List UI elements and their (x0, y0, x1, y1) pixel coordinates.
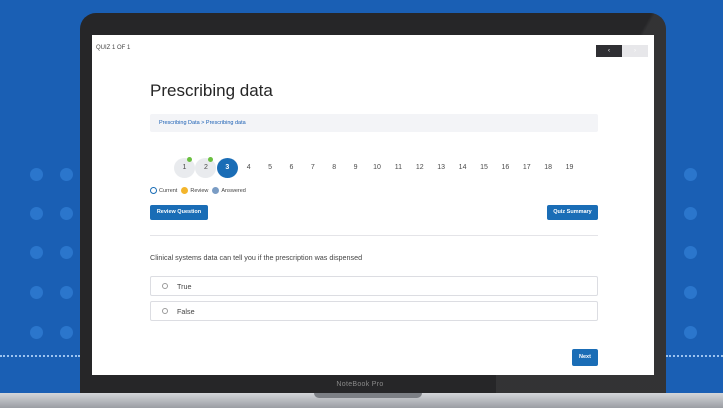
page-number-19[interactable]: 19 (559, 158, 580, 178)
page-number-label: 3 (225, 164, 230, 171)
page-number-label: 16 (501, 164, 510, 171)
bg-dot (30, 246, 43, 259)
page-number-label: 7 (310, 164, 315, 171)
bg-dot (60, 246, 73, 259)
dotted-line (666, 355, 723, 357)
bg-dot (684, 326, 697, 339)
bg-dot (30, 168, 43, 181)
answered-status-icon (212, 187, 220, 194)
review-status-icon (181, 187, 189, 194)
next-button[interactable]: Next (572, 349, 598, 366)
bg-dot (60, 168, 73, 181)
page-number-5[interactable]: 5 (260, 158, 281, 178)
page-number-label: 1 (182, 164, 187, 171)
page-number-18[interactable]: 18 (538, 158, 559, 178)
page-number-label: 15 (480, 164, 488, 171)
page-number-label: 11 (394, 164, 403, 171)
page-number-label: 8 (332, 164, 337, 171)
bg-dot (684, 286, 697, 299)
legend-current-label: Current (159, 187, 178, 194)
page-number-label: 18 (544, 164, 553, 171)
current-status-icon (150, 187, 157, 194)
bg-dot (684, 168, 697, 181)
bg-dot (684, 207, 697, 220)
answer-label: True (177, 281, 192, 291)
bg-dot (684, 246, 697, 259)
page-title: Prescribing data (150, 81, 273, 100)
laptop-screen: QUIZ 1 OF 1 ‹ › Prescribing data Prescri… (92, 35, 654, 375)
page-number-label: 19 (565, 164, 574, 171)
page-number-11[interactable]: 11 (388, 158, 409, 178)
page-number-10[interactable]: 10 (367, 158, 388, 178)
page-number-label: 5 (268, 164, 273, 171)
page-number-label: 10 (373, 164, 381, 171)
page-number-label: 14 (458, 164, 467, 171)
page-number-label: 17 (522, 164, 531, 171)
page-number-16[interactable]: 16 (495, 158, 516, 178)
previous-button[interactable]: ‹ (596, 45, 622, 57)
review-indicator (187, 157, 192, 162)
bg-dot (30, 286, 43, 299)
page-number-8[interactable]: 8 (324, 158, 345, 178)
page-number-15[interactable]: 15 (473, 158, 494, 178)
status-legend: Current Review Answered (150, 187, 250, 194)
page-number-label: 4 (246, 164, 251, 171)
answer-label: False (177, 306, 195, 316)
bg-dot (60, 326, 73, 339)
bg-dot (30, 326, 43, 339)
page-number-label: 6 (289, 164, 294, 171)
page-number-13[interactable]: 13 (431, 158, 452, 178)
next-quiz-button[interactable]: › (622, 45, 648, 57)
laptop-notch (314, 393, 422, 398)
page-number-label: 12 (415, 164, 424, 171)
page-number-label: 9 (353, 164, 358, 171)
radio-button[interactable] (162, 283, 168, 289)
page-number-6[interactable]: 6 (281, 158, 302, 178)
page-number-label: 13 (437, 164, 446, 171)
page-number-label: 2 (203, 164, 208, 171)
laptop-brand-label: NoteBook Pro (336, 381, 384, 388)
page-number-17[interactable]: 17 (516, 158, 537, 178)
page-number-14[interactable]: 14 (452, 158, 473, 178)
bg-dot (30, 207, 43, 220)
answer-option-false[interactable]: False (150, 301, 598, 321)
legend-answered-label: Answered (221, 187, 246, 194)
chevron-right-icon: › (634, 48, 636, 54)
answer-option-true[interactable]: True (150, 276, 598, 296)
page-number-12[interactable]: 12 (409, 158, 430, 178)
page-number-1[interactable]: 1 (174, 157, 195, 178)
breadcrumb[interactable]: Prescribing Data > Prescribing data (150, 114, 598, 132)
page-number-3[interactable]: 3 (216, 158, 238, 178)
quiz-count: QUIZ 1 OF 1 (96, 45, 131, 51)
dotted-line (0, 355, 80, 357)
page-number-7[interactable]: 7 (302, 158, 323, 178)
chevron-left-icon: ‹ (608, 48, 610, 54)
review-question-button[interactable]: Review Question (150, 205, 208, 220)
review-indicator (208, 157, 214, 162)
page-number-4[interactable]: 4 (238, 158, 259, 178)
page-number-2[interactable]: 2 (195, 157, 217, 178)
page-number-9[interactable]: 9 (345, 158, 366, 178)
question-pager: 1 2 3 4 5 6 7 8 9 10 11 12 13 14 15 16 1… (174, 157, 580, 178)
quiz-summary-button[interactable]: Quiz Summary (547, 205, 598, 220)
radio-button[interactable] (162, 308, 168, 314)
legend-review-label: Review (190, 187, 209, 194)
question-text: Clinical systems data can tell you if th… (150, 253, 363, 262)
bg-dot (60, 286, 73, 299)
divider (150, 235, 598, 236)
bg-dot (60, 207, 73, 220)
